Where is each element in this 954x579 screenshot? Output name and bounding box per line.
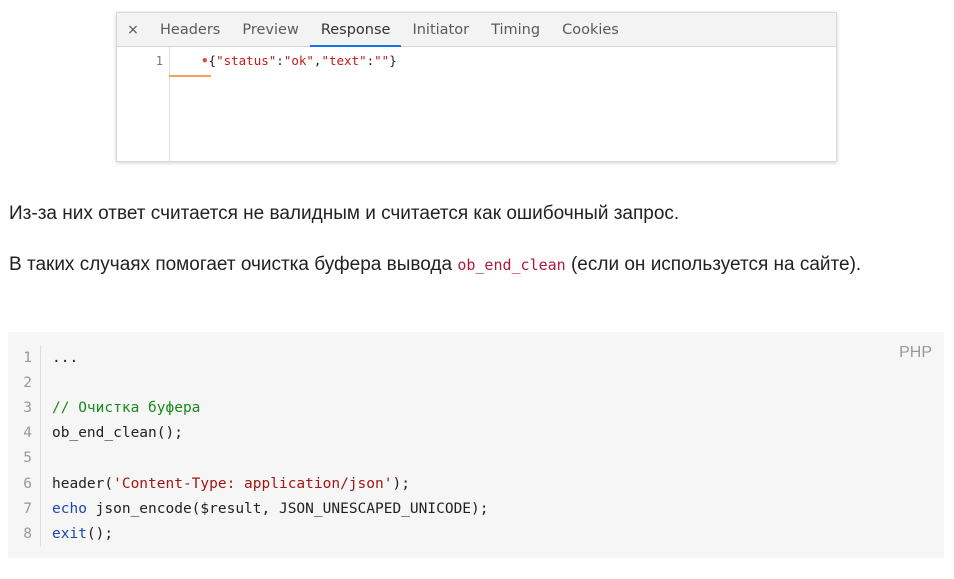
code-line-number: 2 bbox=[8, 370, 41, 396]
tab-headers[interactable]: Headers bbox=[149, 13, 231, 46]
code-line-number: 3 bbox=[8, 395, 41, 421]
line-number: 1 bbox=[155, 54, 163, 68]
json-brace-open: { bbox=[208, 53, 217, 68]
code-line: 5 bbox=[8, 445, 489, 471]
code-line: 4 ob_end_clean(); bbox=[8, 420, 489, 446]
code-language-label: PHP bbox=[899, 344, 932, 361]
devtools-tab-bar: × Headers Preview Response Initiator Tim… bbox=[117, 13, 836, 47]
code-line-number: 8 bbox=[8, 521, 41, 547]
code-line-number: 7 bbox=[8, 496, 41, 522]
code-line-text: ... bbox=[52, 349, 79, 366]
code-line: 8 exit(); bbox=[8, 521, 489, 547]
code-line-echo: echo json_encode($result, JSON_UNESCAPED… bbox=[52, 500, 489, 517]
paragraph-text-before: В таких случаях помогает очистка буфера … bbox=[9, 254, 458, 275]
response-body: 1 •{"status":"ok","text":""} bbox=[117, 47, 836, 162]
code-line: 2 bbox=[8, 370, 489, 396]
tab-initiator[interactable]: Initiator bbox=[401, 13, 480, 46]
response-json: •{"status":"ok","text":""} bbox=[201, 53, 397, 68]
tab-preview[interactable]: Preview bbox=[231, 13, 309, 46]
code-line-number: 6 bbox=[8, 470, 41, 497]
code-line: 3 // Очистка буфера bbox=[8, 395, 489, 421]
paragraph-invalid-response: Из-за них ответ считается не валидным и … bbox=[9, 203, 680, 224]
code-line-header: header('Content-Type: application/json')… bbox=[52, 475, 410, 492]
inline-code: ob_end_clean bbox=[457, 256, 566, 274]
json-value-ok: "ok" bbox=[283, 53, 314, 68]
code-line: 1 ... bbox=[8, 345, 489, 371]
code-line-text: ob_end_clean(); bbox=[52, 425, 183, 442]
bom-marker-underline bbox=[169, 75, 211, 77]
tab-response[interactable]: Response bbox=[309, 13, 402, 47]
code-line-number: 1 bbox=[8, 345, 41, 371]
devtools-response-screenshot: × Headers Preview Response Initiator Tim… bbox=[116, 12, 837, 162]
code-lines: 1 ... 2 3 // Очистка буфера 4 ob_end_cle… bbox=[8, 345, 489, 547]
invalid-char-dot-icon: • bbox=[201, 53, 209, 68]
code-line: 7 echo json_encode($result, JSON_UNESCAP… bbox=[8, 496, 489, 522]
json-colon: : bbox=[276, 53, 284, 68]
json-value-empty: "" bbox=[374, 53, 390, 68]
paragraph-ob-end-clean: В таких случаях помогает очистка буфера … bbox=[9, 249, 909, 281]
code-block: PHP 1 ... 2 3 // Очистка буфера 4 ob_end… bbox=[8, 332, 944, 558]
json-brace-close: } bbox=[389, 53, 397, 68]
tab-cookies[interactable]: Cookies bbox=[551, 13, 630, 46]
json-key-status: "status" bbox=[216, 53, 277, 68]
close-icon[interactable]: × bbox=[117, 13, 149, 46]
code-comment: // Очистка буфера bbox=[52, 399, 201, 416]
line-gutter: 1 bbox=[117, 47, 170, 162]
tab-timing[interactable]: Timing bbox=[480, 13, 551, 46]
paragraph-text-after: (если он используется на сайте). bbox=[565, 254, 862, 275]
code-line: 6 header('Content-Type: application/json… bbox=[8, 470, 489, 497]
code-line-number: 4 bbox=[8, 420, 41, 446]
json-key-text: "text" bbox=[321, 53, 367, 68]
json-colon: : bbox=[366, 53, 375, 68]
code-line-exit: exit(); bbox=[52, 525, 114, 542]
code-line-number: 5 bbox=[8, 445, 41, 471]
